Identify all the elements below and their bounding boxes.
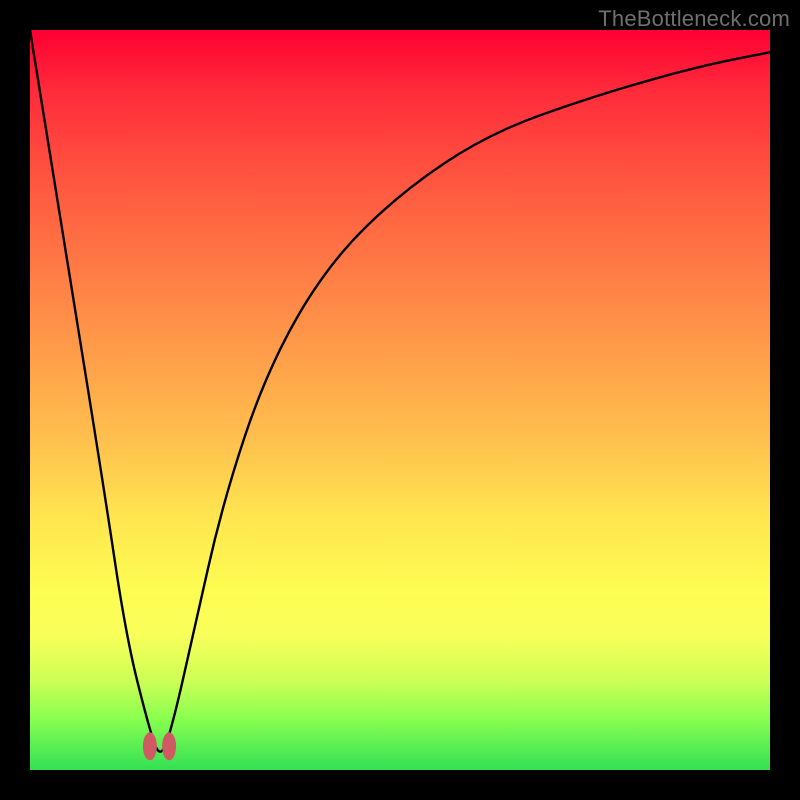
- watermark-text: TheBottleneck.com: [598, 6, 790, 32]
- dip-lobe-left: [143, 732, 157, 760]
- plot-area: [30, 30, 770, 770]
- dip-marker: [143, 732, 176, 760]
- chart-frame: TheBottleneck.com: [0, 0, 800, 800]
- bottleneck-curve: [30, 30, 770, 770]
- curve-path: [30, 30, 770, 752]
- dip-lobe-right: [162, 732, 176, 760]
